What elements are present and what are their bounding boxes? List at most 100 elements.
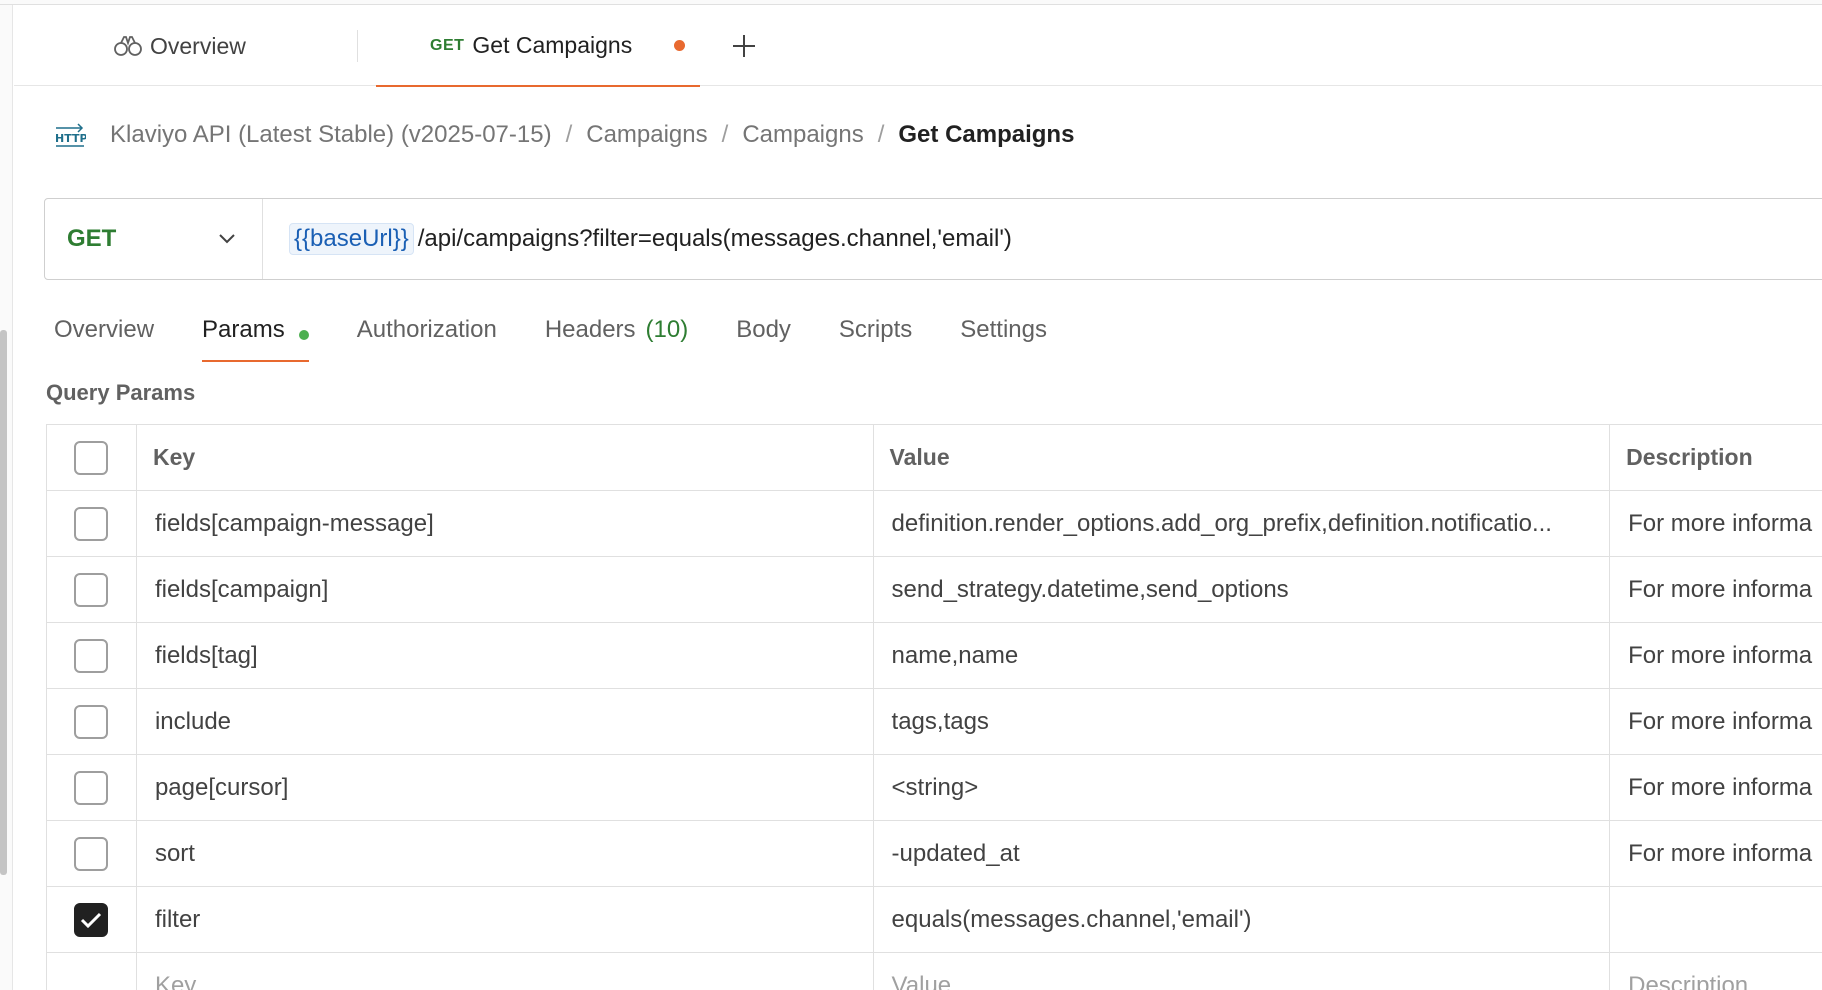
table-row: fields[tag] name,name For more informa [47, 623, 1822, 689]
param-key[interactable]: fields[campaign-message] [137, 491, 874, 556]
breadcrumb-current[interactable]: Get Campaigns [898, 121, 1074, 149]
param-value[interactable]: -updated_at [874, 821, 1611, 886]
tab-params[interactable]: Params [202, 310, 309, 362]
param-value[interactable]: name,name [874, 623, 1611, 688]
column-header-key: Key [137, 425, 874, 490]
breadcrumb-folder-2[interactable]: Campaigns [742, 121, 863, 149]
select-all-cell [47, 425, 137, 490]
row-check-cell [47, 887, 137, 952]
param-value[interactable]: send_strategy.datetime,send_options [874, 557, 1611, 622]
breadcrumb-collection[interactable]: Klaviyo API (Latest Stable) (v2025-07-15… [110, 121, 552, 149]
param-key[interactable]: sort [137, 821, 874, 886]
param-value[interactable]: tags,tags [874, 689, 1611, 754]
breadcrumb: HTTP Klaviyo API (Latest Stable) (v2025-… [54, 115, 1074, 155]
query-params-title: Query Params [46, 380, 196, 405]
table-header-row: Key Value Description [47, 425, 1822, 491]
param-value[interactable]: <string> [874, 755, 1611, 820]
param-checkbox[interactable] [74, 506, 109, 541]
tab-overview[interactable]: Overview [114, 6, 246, 86]
tab-scripts[interactable]: Scripts [839, 310, 912, 362]
row-check-cell [47, 953, 137, 990]
new-tab-button[interactable] [726, 28, 762, 64]
param-description[interactable] [1610, 887, 1822, 952]
http-icon: HTTP [55, 123, 86, 147]
breadcrumb-separator: / [565, 121, 573, 148]
param-key[interactable]: filter [137, 887, 874, 952]
tab-params-label: Params [202, 316, 285, 343]
method-select[interactable]: GET [45, 199, 263, 279]
param-description[interactable]: For more informa [1610, 689, 1822, 754]
table-row: sort -updated_at For more informa [47, 821, 1822, 887]
chevron-down-icon [219, 234, 235, 244]
row-check-cell [47, 491, 137, 556]
column-header-value: Value [874, 425, 1611, 490]
svg-text:HTTP: HTTP [55, 132, 86, 145]
url-bar: GET {{baseUrl}} /api/campaigns?filter=eq… [44, 198, 1822, 280]
breadcrumb-folder-1[interactable]: Campaigns [586, 121, 707, 149]
tab-body[interactable]: Body [736, 310, 791, 362]
table-row: filter equals(messages.channel,'email') [47, 887, 1822, 953]
param-checkbox-checked[interactable] [74, 902, 109, 937]
param-description[interactable]: For more informa [1610, 491, 1822, 556]
plus-icon [733, 35, 755, 57]
param-key[interactable]: include [137, 689, 874, 754]
param-key[interactable]: fields[campaign] [137, 557, 874, 622]
tab-settings[interactable]: Settings [960, 310, 1047, 362]
tab-get-campaigns[interactable]: GET Get Campaigns [376, 6, 700, 87]
row-check-cell [47, 821, 137, 886]
select-all-checkbox[interactable] [74, 440, 109, 475]
param-checkbox[interactable] [74, 836, 109, 871]
param-value[interactable]: equals(messages.channel,'email') [874, 887, 1611, 952]
params-active-indicator [298, 330, 309, 340]
sidebar-scrollbar[interactable] [0, 330, 7, 875]
new-param-key-input[interactable]: Key [137, 953, 874, 990]
url-variable[interactable]: {{baseUrl}} [289, 223, 414, 255]
param-value[interactable]: definition.render_options.add_org_prefix… [874, 491, 1611, 556]
tab-body-label: Body [736, 316, 791, 343]
breadcrumb-separator: / [721, 121, 729, 148]
breadcrumb-separator: / [877, 121, 885, 148]
tab-req-overview[interactable]: Overview [54, 310, 154, 362]
param-checkbox[interactable] [74, 704, 109, 739]
param-key[interactable]: fields[tag] [137, 623, 874, 688]
column-header-description: Description [1610, 425, 1822, 490]
tab-scripts-label: Scripts [838, 316, 913, 343]
param-description[interactable]: For more informa [1610, 821, 1822, 886]
new-param-description-input[interactable]: Description [1610, 953, 1822, 990]
param-checkbox[interactable] [74, 770, 109, 805]
method-label: GET [67, 225, 117, 252]
headers-count-badge: (10) [645, 316, 689, 343]
param-description[interactable]: For more informa [1610, 623, 1822, 688]
tab-headers[interactable]: Headers (10) [545, 310, 688, 362]
row-check-cell [47, 557, 137, 622]
query-params-table: Key Value Description fields[campaign-me… [46, 424, 1822, 990]
request-tab-bar: Overview GET Get Campaigns [14, 6, 1822, 87]
row-check-cell [47, 755, 137, 820]
tab-authorization[interactable]: Authorization [357, 310, 497, 362]
row-check-cell [47, 623, 137, 688]
tab-divider [357, 30, 358, 62]
tab-req-overview-label: Overview [54, 316, 155, 343]
checkmark-icon [81, 912, 102, 928]
tab-headers-label: Headers [544, 316, 636, 343]
binoculars-icon [114, 36, 142, 56]
table-row: fields[campaign-message] definition.rend… [47, 491, 1822, 557]
tab-authorization-label: Authorization [356, 316, 497, 343]
param-checkbox[interactable] [74, 572, 109, 607]
tab-method-badge: GET [430, 36, 465, 54]
param-description[interactable]: For more informa [1610, 557, 1822, 622]
table-row: include tags,tags For more informa [47, 689, 1822, 755]
row-check-cell [47, 689, 137, 754]
url-input[interactable]: {{baseUrl}} /api/campaigns?filter=equals… [263, 223, 1012, 255]
table-row: page[cursor] <string> For more informa [47, 755, 1822, 821]
table-row-new: Key Value Description [47, 953, 1822, 990]
window-top-edge [0, 0, 1822, 5]
tab-overview-label: Overview [150, 32, 246, 59]
request-config-tabs: Overview Params Authorization Headers (1… [54, 310, 1095, 362]
param-description[interactable]: For more informa [1610, 755, 1822, 820]
param-key[interactable]: page[cursor] [137, 755, 874, 820]
new-param-value-input[interactable]: Value [874, 953, 1611, 990]
param-checkbox[interactable] [74, 638, 109, 673]
table-row: fields[campaign] send_strategy.datetime,… [47, 557, 1822, 623]
tab-settings-label: Settings [960, 316, 1047, 343]
